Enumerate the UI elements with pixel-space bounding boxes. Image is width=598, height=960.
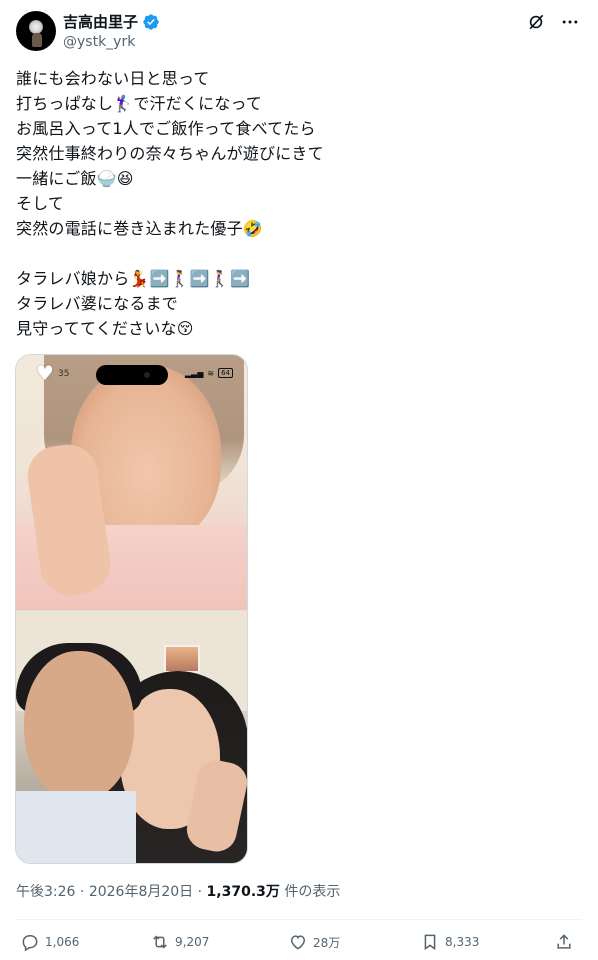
like-button[interactable]: 28万 — [288, 930, 340, 954]
post-line: 打ちっぱなし🏌️‍♀️で汗だくになって — [16, 94, 263, 113]
wifi-icon: ≋ — [207, 368, 215, 378]
repost-button[interactable]: 9,207 — [150, 930, 209, 954]
repost-count: 9,207 — [175, 935, 210, 949]
view-count: 1,370.3万 — [206, 884, 280, 900]
like-icon — [290, 935, 306, 950]
post-line: タラレバ婆になるまで — [16, 294, 179, 313]
like-count: 28万 — [313, 935, 341, 950]
battery-level: 64 — [218, 368, 233, 378]
post-line: 見守っててくださいな😚 — [16, 319, 194, 338]
more-icon[interactable] — [558, 11, 582, 33]
post-line: お風呂入って1人でご飯作って食べてたら — [16, 119, 316, 138]
view-label: 件の表示 — [284, 884, 341, 900]
divider — [16, 919, 582, 920]
wall-picture — [164, 645, 200, 673]
post-text: 誰にも会わない日と思って 打ちっぱなし🏌️‍♀️で汗だくになって お風呂入って1… — [16, 66, 582, 341]
bookmark-icon — [424, 934, 436, 951]
reply-icon — [22, 935, 38, 952]
video-call-top-photo: ♥ 35 ▂▃▅ ≋ 64 — [16, 355, 247, 610]
phone-status-bar: ▂▃▅ ≋ 64 — [185, 368, 233, 378]
bookmark-count: 8,333 — [445, 935, 480, 949]
meta-separator: · — [79, 884, 89, 900]
bookmark-button[interactable]: 8,333 — [420, 930, 479, 954]
post-date[interactable]: 2026年8月20日 — [89, 884, 193, 900]
video-call-bottom-photo — [16, 611, 247, 863]
heart-count: 35 — [58, 369, 70, 379]
grok-icon[interactable] — [524, 11, 548, 33]
display-name[interactable]: 吉高由里子 — [63, 12, 138, 32]
dynamic-island — [96, 365, 168, 385]
author-info: 吉高由里子 @ystk_yrk — [63, 12, 160, 52]
repost-icon — [153, 935, 167, 949]
heart-icon: ♥ — [36, 361, 54, 385]
share-icon — [557, 934, 571, 949]
handle[interactable]: @ystk_yrk — [63, 33, 160, 52]
post-line — [16, 241, 582, 266]
verified-badge-icon — [143, 14, 159, 30]
post-line: そして — [16, 194, 65, 213]
post-image[interactable]: ♥ 35 ▂▃▅ ≋ 64 — [15, 354, 248, 864]
post-line: タラレバ娘から💃➡️🚶‍♀️➡️🚶‍♀️➡️ — [16, 269, 251, 288]
share-button[interactable] — [554, 930, 574, 954]
post-time[interactable]: 午後3:26 — [16, 884, 75, 900]
post-line: 誰にも会わない日と思って — [16, 69, 210, 88]
post-header: 吉高由里子 @ystk_yrk — [16, 11, 582, 55]
signal-icon: ▂▃▅ — [184, 368, 204, 378]
post-line: 突然仕事終わりの奈々ちゃんが遊びにきて — [16, 144, 324, 163]
reply-button[interactable]: 1,066 — [20, 930, 79, 954]
reply-count: 1,066 — [45, 935, 80, 949]
post-meta: 午後3:26 · 2026年8月20日 · 1,370.3万 件の表示 — [16, 882, 340, 902]
meta-separator: · — [197, 884, 207, 900]
action-bar: 1,066 9,207 28万 8,333 — [16, 930, 582, 954]
post-line: 突然の電話に巻き込まれた優子🤣 — [16, 219, 263, 238]
post-line: 一緒にご飯🍚😆 — [16, 169, 134, 188]
avatar[interactable] — [16, 11, 56, 51]
